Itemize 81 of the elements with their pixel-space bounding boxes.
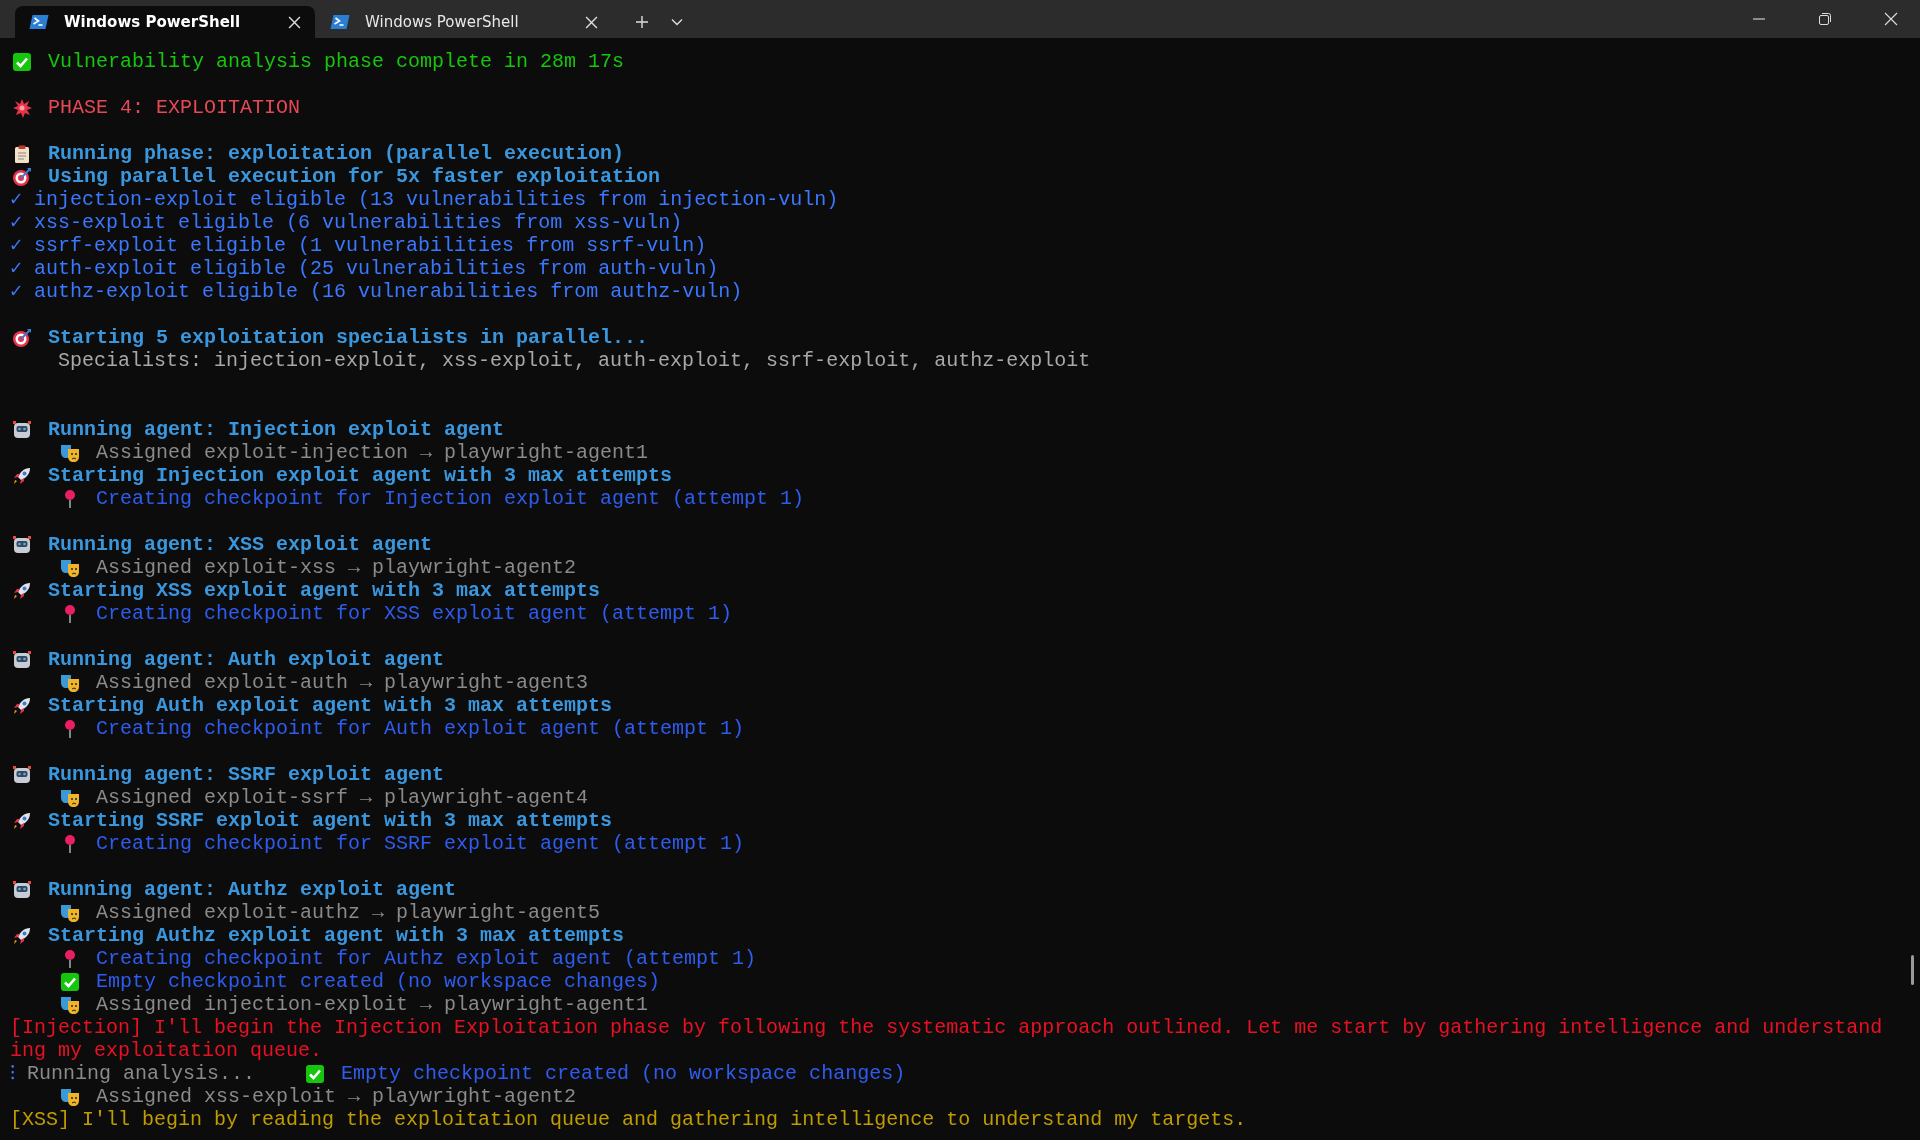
rocket-icon <box>12 465 32 486</box>
log-line: Specialists: injection-exploit, xss-exploit, auth-exploit, ssrf-exploit, authz-exploit <box>58 349 1091 372</box>
tab-title: Windows PowerShell <box>64 13 242 31</box>
plus-icon[interactable] <box>635 15 649 29</box>
tab-title: Windows PowerShell <box>365 13 520 31</box>
close-icon[interactable] <box>585 15 598 29</box>
rocket-icon <box>12 580 32 601</box>
log-line: Starting XSS exploit agent with 3 max attempts <box>48 579 601 602</box>
clipboard-icon <box>12 143 32 164</box>
robot-icon <box>12 534 32 555</box>
chevron-down-icon[interactable] <box>671 18 683 26</box>
masks-icon <box>60 672 80 693</box>
masks-icon <box>60 902 80 923</box>
log-line: Assigned exploit-ssrf → playwright-agent4 <box>96 786 589 809</box>
checkmark-icon <box>305 1063 326 1084</box>
log-line: Starting Authz exploit agent with 3 max attempts <box>48 924 625 947</box>
log-line: Assigned exploit-injection → playwright-agent1 <box>96 441 649 464</box>
agent-message: [Injection] I'll begin the Injection Exploitation phase by following the systematic approach outlined. Let me start by gathering intelligence and understanding my exploitation queue. <box>10 1016 1884 1062</box>
tab[interactable]: Windows PowerShell <box>15 6 315 38</box>
log-line: Creating checkpoint for SSRF exploit agent (attempt 1) <box>96 832 745 855</box>
phase-heading: PHASE 4: EXPLOITATION <box>48 96 301 119</box>
log-line: Assigned exploit-xss → playwright-agent2 <box>96 556 577 579</box>
spinner: ⁝ <box>10 1062 15 1085</box>
checkmark: ✓ <box>10 280 23 303</box>
log-line: Running agent: Authz exploit agent <box>48 878 457 901</box>
status-text: Running analysis... <box>27 1062 256 1085</box>
log-line: Assigned exploit-auth → playwright-agent3 <box>96 671 589 694</box>
checkmark-icon <box>12 51 32 72</box>
log-line: Running phase: exploitation (parallel execution) <box>48 142 625 165</box>
close-icon[interactable] <box>288 15 301 29</box>
rocket-icon <box>12 925 32 946</box>
masks-icon <box>60 1086 80 1107</box>
agent-message: [XSS] I'll begin by reading the exploitation queue and gathering intelligence to understand my targets. <box>10 1108 1247 1131</box>
checkmark: ✓ <box>10 211 23 234</box>
status-message: Vulnerability analysis phase complete in 28m 17s <box>48 50 625 73</box>
log-line: auth-exploit eligible (25 vulnerabilities from auth-vuln) <box>34 257 719 280</box>
log-line: Running agent: Auth exploit agent <box>48 648 445 671</box>
log-line: Starting SSRF exploit agent with 3 max attempts <box>48 809 613 832</box>
log-line: Using parallel execution for 5x faster exploitation <box>48 165 661 188</box>
log-line: Empty checkpoint created (no workspace changes) <box>96 970 661 993</box>
powershell-icon <box>29 14 50 30</box>
robot-icon <box>12 649 32 670</box>
log-line: xss-exploit eligible (6 vulnerabilities from xss-vuln) <box>34 211 683 234</box>
scrollbar-thumb[interactable] <box>1911 955 1914 985</box>
close-icon[interactable] <box>1884 12 1898 26</box>
robot-icon <box>12 419 32 440</box>
log-line: injection-exploit eligible (13 vulnerabilities from injection-vuln) <box>34 188 839 211</box>
restore-icon[interactable] <box>1818 12 1832 26</box>
masks-icon <box>60 442 80 463</box>
checkmark-icon <box>60 971 80 992</box>
burst-icon <box>12 97 32 118</box>
robot-icon <box>12 879 32 900</box>
tab[interactable]: Windows PowerShell <box>316 6 612 38</box>
log-line: ssrf-exploit eligible (1 vulnerabilities from ssrf-vuln) <box>34 234 707 257</box>
log-line: authz-exploit eligible (16 vulnerabilities from authz-vuln) <box>34 280 743 303</box>
log-line: Creating checkpoint for XSS exploit agent (attempt 1) <box>96 602 733 625</box>
checkmark: ✓ <box>10 188 23 211</box>
log-line: Starting Auth exploit agent with 3 max attempts <box>48 694 613 717</box>
rocket-icon <box>12 810 32 831</box>
robot-icon <box>12 764 32 785</box>
checkmark: ✓ <box>10 257 23 280</box>
log-line: Creating checkpoint for Auth exploit agent (attempt 1) <box>96 717 745 740</box>
log-line: Running agent: Injection exploit agent <box>48 418 505 441</box>
log-line: Starting Injection exploit agent with 3 max attempts <box>48 464 673 487</box>
masks-icon <box>60 557 80 578</box>
log-line: Running agent: SSRF exploit agent <box>48 763 445 786</box>
log-line: Running agent: XSS exploit agent <box>48 533 433 556</box>
log-line: Assigned exploit-authz → playwright-agent5 <box>96 901 601 924</box>
target-icon <box>12 166 32 187</box>
powershell-icon <box>330 14 351 30</box>
target-icon <box>12 327 32 348</box>
checkmark: ✓ <box>10 234 23 257</box>
rocket-icon <box>12 695 32 716</box>
log-line: Creating checkpoint for Authz exploit agent (attempt 1) <box>96 947 757 970</box>
log-line: Empty checkpoint created (no workspace changes) <box>341 1062 906 1085</box>
log-line: Assigned xss-exploit → playwright-agent2 <box>96 1085 577 1108</box>
log-line: Creating checkpoint for Injection exploit agent (attempt 1) <box>96 487 805 510</box>
masks-icon <box>60 787 80 808</box>
log-line: Assigned injection-exploit → playwright-agent1 <box>96 993 649 1016</box>
log-line: Starting 5 exploitation specialists in parallel... <box>48 326 649 349</box>
masks-icon <box>60 994 80 1015</box>
